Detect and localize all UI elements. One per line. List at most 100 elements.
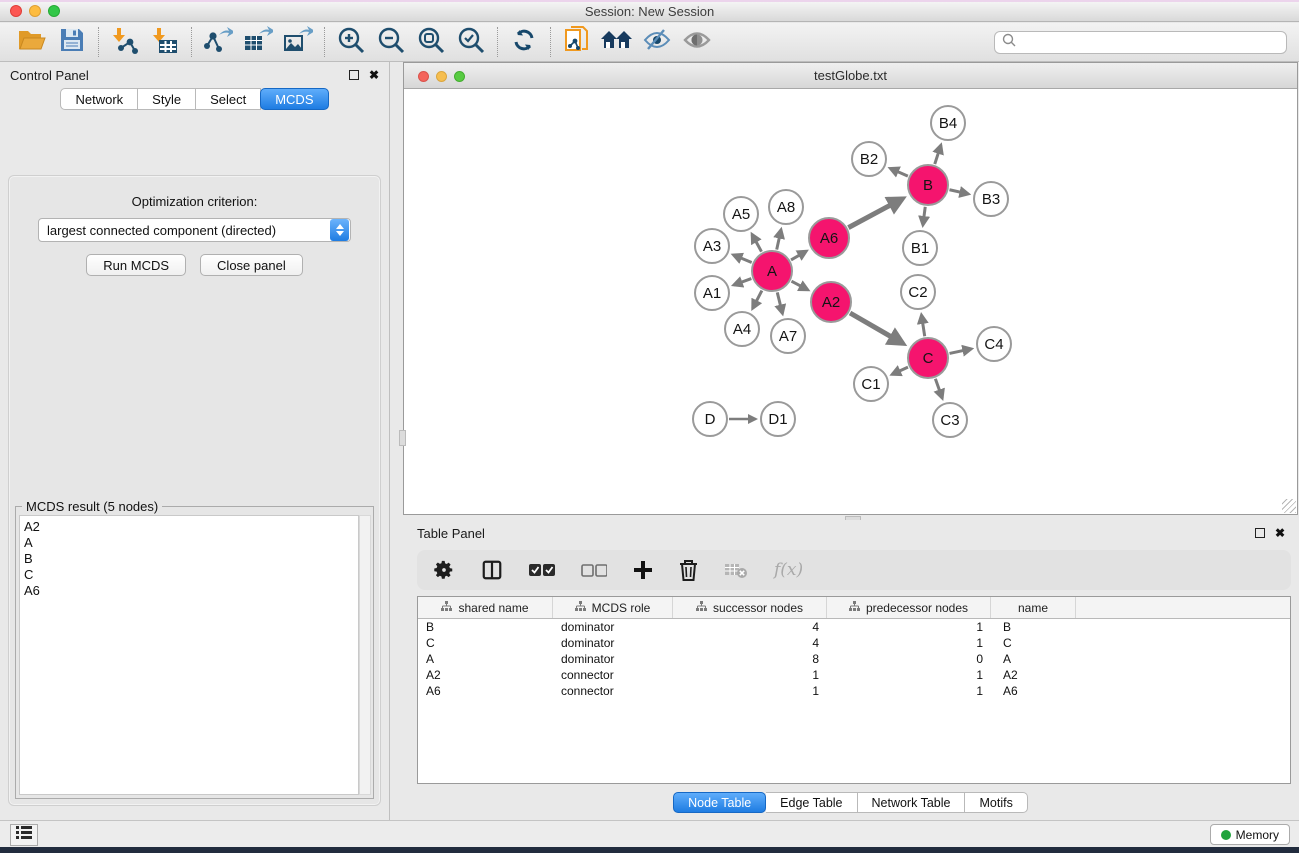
cell[interactable]: 4: [673, 619, 827, 635]
table-row[interactable]: Bdominator41B: [418, 619, 1290, 635]
select-all-button[interactable]: [529, 563, 555, 577]
zoom-selected-button[interactable]: [451, 25, 491, 59]
node-A5[interactable]: A5: [724, 197, 758, 231]
network-graph[interactable]: B4B2BB3A5A8A6B1A3AC2A1A2A4A7C4CC1C3DD1: [404, 89, 1297, 514]
node-C2[interactable]: C2: [901, 275, 935, 309]
edge-A-A8[interactable]: [777, 230, 781, 250]
vertical-splitter-handle[interactable]: [399, 430, 406, 446]
edge-C-C3[interactable]: [935, 379, 942, 398]
show-panel-button[interactable]: [677, 25, 717, 59]
result-item[interactable]: A: [24, 535, 358, 551]
edge-B-B3[interactable]: [949, 190, 968, 194]
node-C1[interactable]: C1: [854, 367, 888, 401]
cell[interactable]: 4: [673, 635, 827, 651]
search-input[interactable]: [1017, 36, 1286, 50]
close-panel-button[interactable]: Close panel: [200, 254, 303, 276]
import-network-button[interactable]: [105, 25, 145, 59]
table-close-panel-icon[interactable]: ✖: [1275, 528, 1285, 538]
edge-B-B1[interactable]: [923, 207, 925, 225]
zoom-fit-button[interactable]: [411, 25, 451, 59]
edge-A-A3[interactable]: [733, 255, 751, 263]
cell[interactable]: A6: [991, 683, 1076, 699]
node-A8[interactable]: A8: [769, 190, 803, 224]
node-C[interactable]: C: [908, 338, 948, 378]
column-header-shared-name[interactable]: shared name: [418, 597, 553, 618]
edge-B-B4[interactable]: [935, 145, 941, 164]
result-item[interactable]: B: [24, 551, 358, 567]
delete-column-button[interactable]: [679, 559, 698, 581]
node-A3[interactable]: A3: [695, 229, 729, 263]
save-session-button[interactable]: [52, 25, 92, 59]
network-zoom-button[interactable]: [454, 71, 465, 82]
run-mcds-button[interactable]: Run MCDS: [86, 254, 186, 276]
cell[interactable]: connector: [553, 667, 673, 683]
tab-network-table[interactable]: Network Table: [858, 792, 966, 813]
network-minimize-button[interactable]: [436, 71, 447, 82]
search-field[interactable]: [994, 31, 1287, 54]
node-C3[interactable]: C3: [933, 403, 967, 437]
table-settings-button[interactable]: [433, 559, 455, 581]
node-A2[interactable]: A2: [811, 282, 851, 322]
node-A6[interactable]: A6: [809, 218, 849, 258]
result-item[interactable]: A6: [24, 583, 358, 599]
node-A4[interactable]: A4: [725, 312, 759, 346]
cell[interactable]: A: [418, 651, 553, 667]
cell[interactable]: 0: [827, 651, 991, 667]
table-row[interactable]: A6connector11A6: [418, 683, 1290, 699]
table-row[interactable]: Cdominator41C: [418, 635, 1290, 651]
cell[interactable]: 1: [827, 619, 991, 635]
edge-A2-C[interactable]: [850, 313, 903, 344]
edge-C-C4[interactable]: [950, 349, 972, 354]
tab-style[interactable]: Style: [138, 88, 196, 110]
cell[interactable]: A: [991, 651, 1076, 667]
column-header-predecessor-nodes[interactable]: predecessor nodes: [827, 597, 991, 618]
node-A1[interactable]: A1: [695, 276, 729, 310]
import-table-button[interactable]: [145, 25, 185, 59]
show-columns-button[interactable]: [481, 559, 503, 581]
deselect-all-button[interactable]: [581, 563, 607, 577]
cell[interactable]: 1: [827, 667, 991, 683]
refresh-button[interactable]: [504, 25, 544, 59]
tab-mcds[interactable]: MCDS: [260, 88, 328, 110]
cell[interactable]: C: [418, 635, 553, 651]
cell[interactable]: 1: [827, 683, 991, 699]
tab-network[interactable]: Network: [60, 88, 138, 110]
criterion-dropdown[interactable]: largest connected component (directed): [38, 218, 351, 242]
node-A[interactable]: A: [752, 251, 792, 291]
node-C4[interactable]: C4: [977, 327, 1011, 361]
zoom-out-button[interactable]: [371, 25, 411, 59]
cell[interactable]: 1: [673, 683, 827, 699]
cell[interactable]: C: [991, 635, 1076, 651]
export-table-button[interactable]: [238, 25, 278, 59]
column-header-mcds-role[interactable]: MCDS role: [553, 597, 673, 618]
tab-edge-table[interactable]: Edge Table: [766, 792, 857, 813]
network-close-button[interactable]: [418, 71, 429, 82]
close-panel-icon[interactable]: ✖: [369, 70, 379, 80]
column-header-name[interactable]: name: [991, 597, 1076, 618]
network-window-titlebar[interactable]: testGlobe.txt: [404, 63, 1297, 89]
network-canvas[interactable]: B4B2BB3A5A8A6B1A3AC2A1A2A4A7C4CC1C3DD1: [404, 89, 1297, 514]
clone-network-button[interactable]: [557, 25, 597, 59]
cell[interactable]: 8: [673, 651, 827, 667]
cell[interactable]: A2: [418, 667, 553, 683]
cell[interactable]: dominator: [553, 619, 673, 635]
edge-A-A2[interactable]: [791, 281, 807, 290]
cell[interactable]: 1: [673, 667, 827, 683]
mcds-result-list[interactable]: A2ABCA6: [19, 515, 359, 795]
node-B2[interactable]: B2: [852, 142, 886, 176]
tab-node-table[interactable]: Node Table: [673, 792, 766, 813]
node-B1[interactable]: B1: [903, 231, 937, 265]
result-item[interactable]: C: [24, 567, 358, 583]
table-row[interactable]: Adominator80A: [418, 651, 1290, 667]
table-row[interactable]: A2connector11A2: [418, 667, 1290, 683]
table-float-panel-icon[interactable]: [1255, 528, 1265, 538]
node-B3[interactable]: B3: [974, 182, 1008, 216]
edge-A-A7[interactable]: [777, 292, 782, 313]
edge-C-C2[interactable]: [921, 315, 924, 336]
tab-motifs[interactable]: Motifs: [965, 792, 1027, 813]
tab-select[interactable]: Select: [196, 88, 261, 110]
zoom-in-button[interactable]: [331, 25, 371, 59]
edge-C-C1[interactable]: [892, 367, 908, 374]
node-D1[interactable]: D1: [761, 402, 795, 436]
cell[interactable]: connector: [553, 683, 673, 699]
